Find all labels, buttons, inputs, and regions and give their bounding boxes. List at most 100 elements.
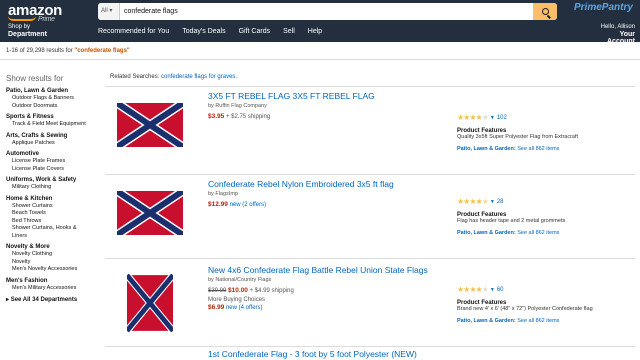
see-all-departments-label: See All 34 Departments	[10, 297, 78, 303]
nav-links: Recommended for You Today's Deals Gift C…	[98, 28, 335, 35]
shop-by-department[interactable]: Shop by Department	[8, 24, 47, 38]
nav-link-recommended[interactable]: Recommended for You	[98, 28, 169, 35]
sidebar-subcategory[interactable]: Novelty	[6, 259, 104, 267]
nav-link-gift-cards[interactable]: Gift Cards	[239, 28, 271, 35]
sidebar-subcategory[interactable]: Outdoor Doormats	[6, 103, 104, 111]
product-offers[interactable]: new (2 offers)	[230, 202, 267, 208]
search-icon	[541, 8, 549, 15]
product-title[interactable]: 3X5 FT REBEL FLAG 3X5 FT REBEL FLAG	[208, 91, 448, 101]
sidebar-subcategory[interactable]: Men's Novelty Accessories	[6, 266, 104, 274]
star-icon: ★★★★	[457, 197, 483, 206]
rating-count[interactable]: 102	[497, 115, 507, 121]
sidebar-subcategory[interactable]: Outdoor Flags & Banners	[6, 95, 104, 103]
related-link[interactable]: confederate flags for graves.	[161, 74, 237, 80]
nav-link-sell[interactable]: Sell	[283, 28, 295, 35]
sidebar-subcategory[interactable]: License Plate Covers	[6, 166, 104, 174]
product-title[interactable]: 1st Confederate Flag - 3 foot by 5 foot …	[208, 349, 448, 359]
chevron-down-icon: ▼	[489, 114, 495, 121]
search-input[interactable]	[124, 3, 524, 20]
search-button[interactable]	[533, 3, 557, 20]
results-count: 1-16 of 29,298 results for	[6, 48, 75, 54]
product-price-line-2: $6.99 new (4 offers)	[208, 304, 448, 311]
see-all-items-link[interactable]: See all 862 items	[517, 318, 559, 324]
product-image-battle-flag[interactable]	[127, 265, 173, 341]
sidebar-subcategory[interactable]: Beach Towels	[6, 210, 104, 218]
product-price-alt[interactable]: $6.99	[208, 304, 224, 311]
logo-smile-icon	[8, 16, 36, 21]
product-shipping: + $2.75 shipping	[225, 114, 271, 120]
chevron-down-icon: ▼	[489, 286, 495, 293]
product-offers[interactable]: new (4 offers)	[226, 305, 263, 311]
product-brand: by Ruffin Flag Company	[208, 103, 267, 109]
product-title[interactable]: Confederate Rebel Nylon Embroidered 3x5 …	[208, 179, 448, 189]
product-rating[interactable]: ★★★★ ★ ▼ 102	[457, 113, 632, 122]
product-category[interactable]: Patio, Lawn & Garden:	[457, 230, 516, 236]
sidebar-category[interactable]: Arts, Crafts & Sewing	[6, 133, 104, 140]
results-list: Related Searches: confederate flags for …	[105, 60, 635, 360]
sidebar-subcategory[interactable]: Novelty Clothing	[6, 251, 104, 259]
sidebar-category[interactable]: Novelty & More	[6, 244, 104, 251]
product-category[interactable]: Patio, Lawn & Garden:	[457, 318, 516, 324]
product-image-rebel-flag[interactable]	[117, 103, 183, 147]
product-rating[interactable]: ★★★★ ★ ▼ 28	[457, 197, 632, 206]
sidebar-category[interactable]: Automotive	[6, 151, 104, 158]
sidebar-category[interactable]: Men's Fashion	[6, 278, 104, 285]
product-price[interactable]: $3.95	[208, 113, 224, 120]
star-icon: ★★★★	[457, 285, 483, 294]
sidebar-category[interactable]: Sports & Fitness	[6, 114, 104, 121]
prime-pantry-logo[interactable]: PrimePantry	[574, 2, 633, 13]
product-features-text: Brand new 4' x 6' (48" x 72") Polyester …	[457, 306, 593, 312]
chevron-down-icon: ▼	[489, 198, 495, 205]
product-list-price: $39.99	[208, 288, 227, 294]
sidebar-subcategory[interactable]: Applique Patches	[6, 140, 104, 148]
nav-link-help[interactable]: Help	[308, 28, 322, 35]
search-bar: All ▾	[98, 3, 557, 20]
product-title[interactable]: New 4x6 Confederate Flag Battle Rebel Un…	[208, 265, 448, 275]
rating-count[interactable]: 28	[497, 199, 504, 205]
sidebar-category[interactable]: Uniforms, Work & Safety	[6, 177, 104, 184]
results-count-bar: 1-16 of 29,298 results for "confederate …	[0, 42, 640, 60]
sidebar-subcategory[interactable]: License Plate Frames	[6, 158, 104, 166]
result-item: 1st Confederate Flag - 3 foot by 5 foot …	[105, 346, 635, 360]
product-price[interactable]: $10.00	[228, 287, 248, 294]
product-price-line: $12.99 new (2 offers)	[208, 201, 448, 208]
sidebar-subcategory[interactable]: Shower Curtains, Hooks &	[6, 225, 104, 233]
product-price-line: $39.99 $10.00 + $4.99 shipping	[208, 287, 448, 294]
more-buying-choices: More Buying Choices	[208, 297, 266, 303]
sidebar-subcategory[interactable]: Men's Military Accessories	[6, 285, 104, 293]
shop-by-bottom: Department	[8, 31, 47, 38]
product-features-text: Flag has header tape and 2 metal grommet…	[457, 218, 566, 224]
sidebar-subcategory[interactable]: Military Clothing	[6, 184, 104, 192]
product-brand: by National/Country Flags	[208, 277, 272, 283]
search-category-label: All	[101, 8, 108, 14]
sidebar-category[interactable]: Patio, Lawn & Garden	[6, 88, 104, 95]
star-icon: ★★★★	[457, 113, 483, 122]
sidebar-subcategory[interactable]: Liners	[6, 233, 104, 241]
see-all-items-link[interactable]: See all 862 items	[517, 146, 559, 152]
product-brand: by FlagsImp	[208, 191, 238, 197]
results-query: "confederate flags"	[74, 48, 130, 54]
sidebar: Show results for Patio, Lawn & Garden Ou…	[0, 60, 104, 360]
see-all-items-link[interactable]: See all 862 items	[517, 230, 559, 236]
product-category[interactable]: Patio, Lawn & Garden:	[457, 146, 516, 152]
star-half-icon: ★	[481, 197, 489, 206]
product-image-rebel-flag[interactable]	[117, 191, 183, 235]
sidebar-subcategory[interactable]: Bed Throws	[6, 218, 104, 226]
sidebar-category[interactable]: Home & Kitchen	[6, 196, 104, 203]
product-features-text: Quality 3x5ft Super Polyester Flag from …	[457, 134, 579, 140]
see-all-departments-link[interactable]: ▸ See All 34 Departments	[6, 296, 104, 303]
product-shipping: + $4.99 shipping	[249, 288, 294, 294]
star-empty-icon: ★	[481, 113, 489, 122]
sidebar-subcategory[interactable]: Track & Field Meet Equipment	[6, 121, 104, 129]
product-price[interactable]: $12.99	[208, 201, 228, 208]
product-category-line: Patio, Lawn & Garden: See all 862 items	[457, 318, 632, 324]
search-category-select[interactable]: All ▾	[98, 3, 120, 20]
product-category-line: Patio, Lawn & Garden: See all 862 items	[457, 146, 632, 152]
related-label: Related Searches:	[110, 74, 162, 80]
product-rating[interactable]: ★★★★ ★ ▼ 60	[457, 285, 632, 294]
rating-count[interactable]: 60	[497, 287, 504, 293]
result-item: 3X5 FT REBEL FLAG 3X5 FT REBEL FLAG by R…	[105, 86, 635, 174]
product-category-line: Patio, Lawn & Garden: See all 862 items	[457, 230, 632, 236]
nav-link-deals[interactable]: Today's Deals	[182, 28, 225, 35]
sidebar-subcategory[interactable]: Shower Curtains	[6, 203, 104, 211]
